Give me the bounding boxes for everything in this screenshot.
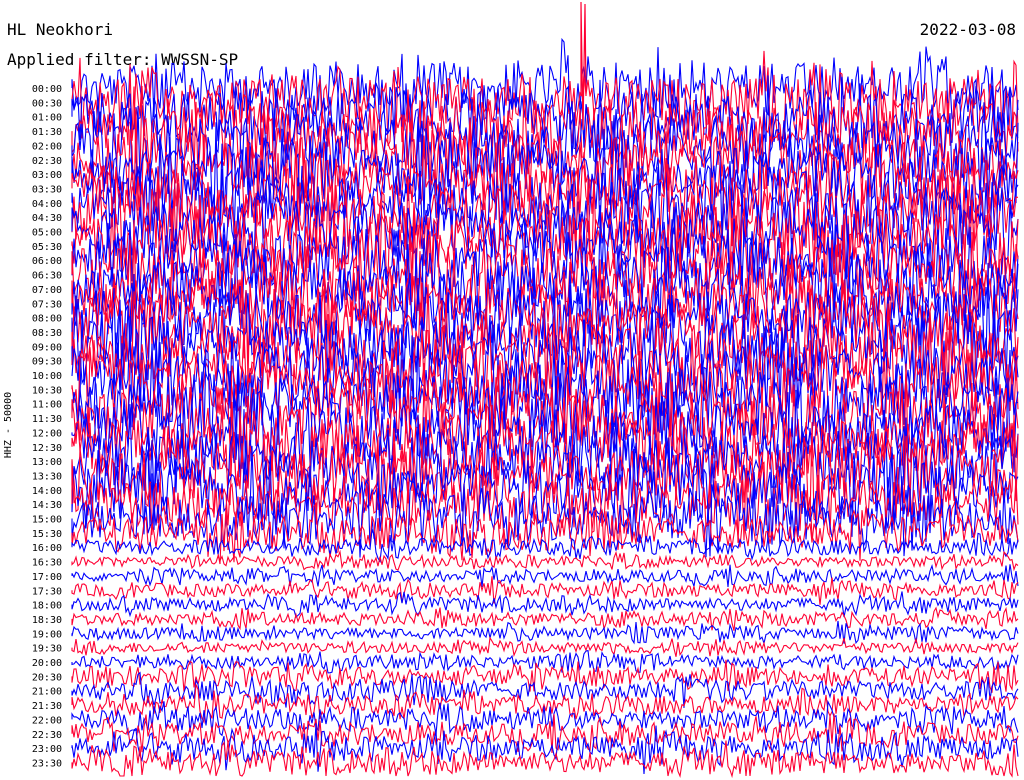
row-label-1200: 12:00 [32,428,62,439]
row-label-0700: 07:00 [32,285,62,296]
trace-2300 [71,723,1019,775]
row-label-2300: 23:00 [32,744,62,755]
row-label-1000: 10:00 [32,371,62,382]
row-label-1830: 18:30 [32,615,62,626]
row-label-0500: 05:00 [32,228,62,239]
row-label-0600: 06:00 [32,256,62,267]
row-label-0000: 00:00 [32,84,62,95]
row-label-0530: 05:30 [32,242,62,253]
row-label-2030: 20:30 [32,672,62,683]
row-label-0300: 03:00 [32,170,62,181]
row-label-1130: 11:30 [32,414,62,425]
row-label-1530: 15:30 [32,529,62,540]
row-label-1600: 16:00 [32,543,62,554]
row-label-1630: 16:30 [32,558,62,569]
row-label-1800: 18:00 [32,601,62,612]
row-label-1330: 13:30 [32,471,62,482]
row-label-0830: 08:30 [32,328,62,339]
trace-2330 [71,740,1019,779]
row-label-0030: 00:30 [32,98,62,109]
row-label-2200: 22:00 [32,715,62,726]
row-label-1230: 12:30 [32,443,62,454]
row-label-0430: 04:30 [32,213,62,224]
row-label-0200: 02:00 [32,141,62,152]
row-label-0730: 07:30 [32,299,62,310]
row-label-0900: 09:00 [32,342,62,353]
row-label-1400: 14:00 [32,486,62,497]
row-label-1700: 17:00 [32,572,62,583]
helicorder-plot: 00:00 00:30 01:00 01:30 02:00 02:30 03:00 03:30… [32,1,1019,779]
row-label-1730: 17:30 [32,586,62,597]
row-label-2000: 20:00 [32,658,62,669]
row-label-0930: 09:30 [32,357,62,368]
trace-2000 [71,649,1019,674]
row-label-0800: 08:00 [32,314,62,325]
row-label-1930: 19:30 [32,644,62,655]
row-label-1900: 19:00 [32,629,62,640]
trace-1900 [71,620,1019,646]
row-label-1300: 13:00 [32,457,62,468]
row-label-0400: 04:00 [32,199,62,210]
row-label-0130: 01:30 [32,127,62,138]
trace-1930 [71,636,1019,658]
row-label-1030: 10:30 [32,385,62,396]
row-label-2330: 23:30 [32,758,62,769]
trace-1700 [71,563,1019,587]
row-label-0330: 03:30 [32,184,62,195]
row-label-2230: 22:30 [32,730,62,741]
row-label-2130: 21:30 [32,701,62,712]
row-label-0230: 02:30 [32,156,62,167]
row-label-1500: 15:00 [32,515,62,526]
trace-1830 [71,606,1019,631]
row-label-0630: 06:30 [32,271,62,282]
row-label-1430: 14:30 [32,500,62,511]
row-label-2100: 21:00 [32,687,62,698]
row-label-0100: 01:00 [32,113,62,124]
row-label-1100: 11:00 [32,400,62,411]
